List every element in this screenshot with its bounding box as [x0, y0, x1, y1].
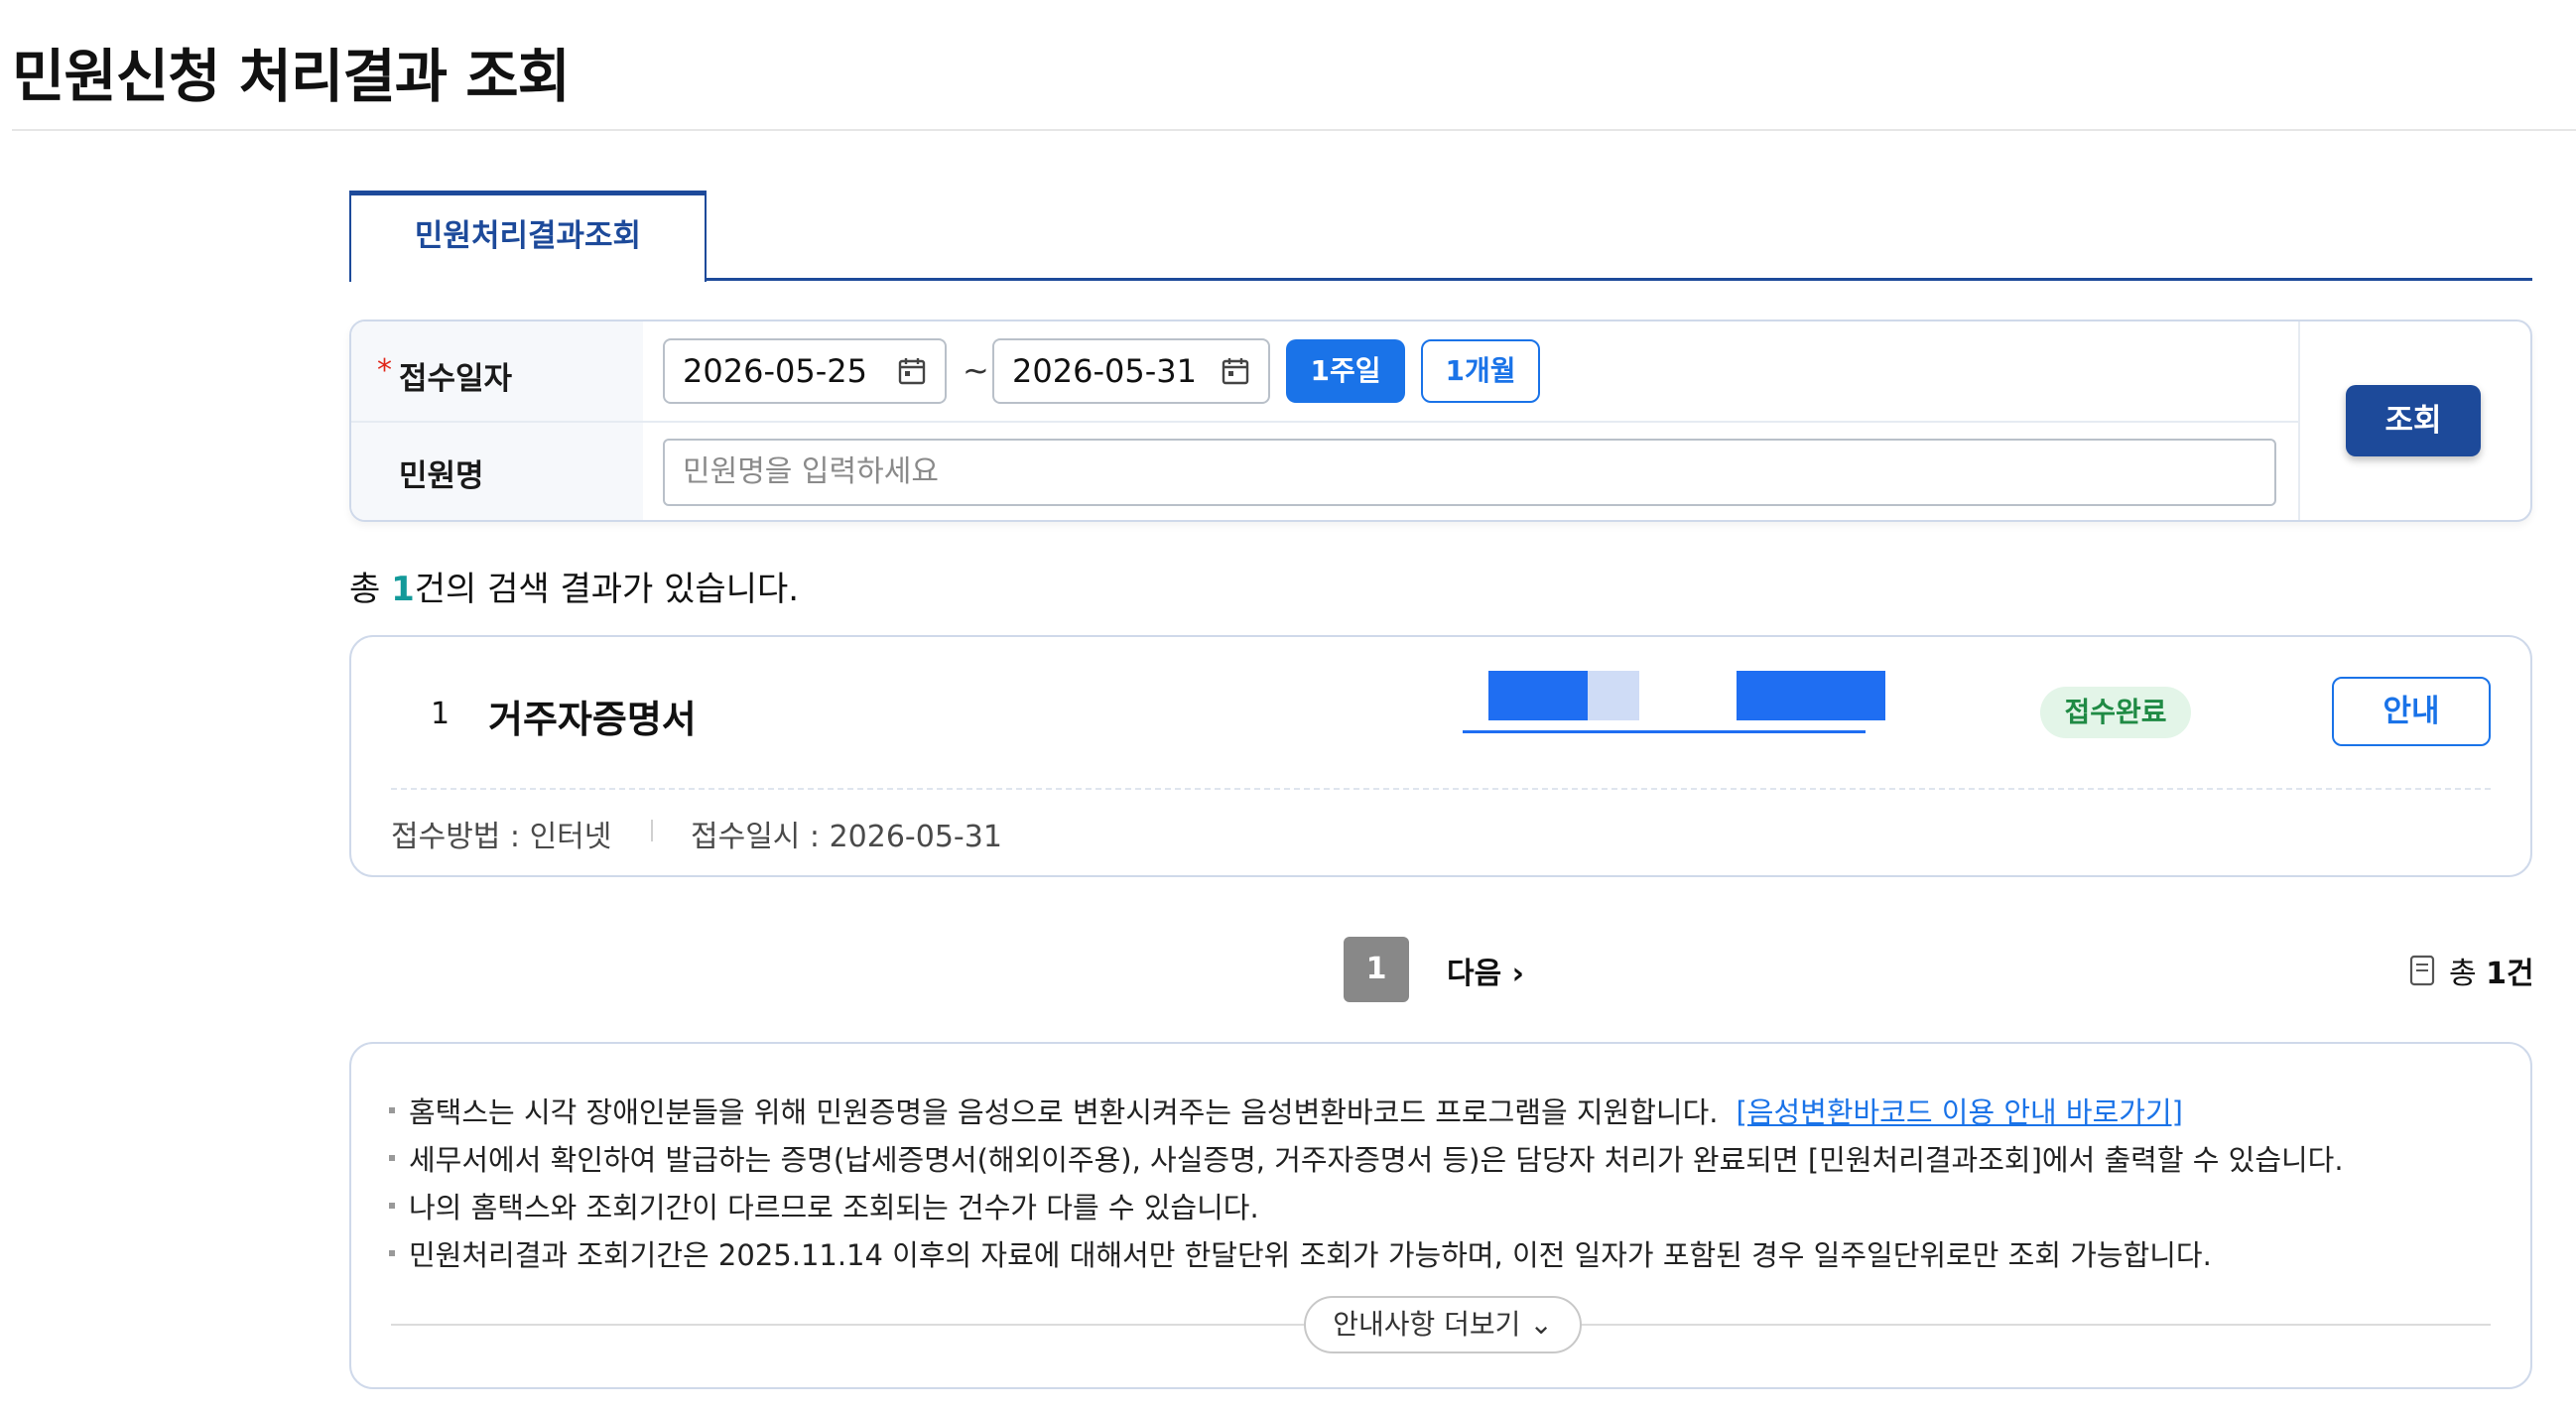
notice-item: 홈택스는 시각 장애인분들을 위해 민원증명을 음성으로 변환시켜주는 음성변환…: [389, 1090, 2183, 1131]
notice-text: 홈택스는 시각 장애인분들을 위해 민원증명을 음성으로 변환시켜주는 음성변환…: [409, 1095, 1719, 1129]
bullet: [389, 1250, 395, 1256]
result-title: 거주자증명서: [488, 698, 697, 741]
notice-text: 세무서에서 확인하여 발급하는 증명(납세증명서(해외이주용), 사실증명, 거…: [409, 1143, 2344, 1177]
notice-text: 민원처리결과 조회기간은 2025.11.14 이후의 자료에 대해서만 한달단…: [409, 1238, 2212, 1272]
result-summary: 총 1건의 검색 결과가 있습니다.: [349, 562, 799, 610]
result-card: 1 거주자증명서 접수완료 안내 접수방법 : 인터넷 접수일시 : 2026-…: [349, 635, 2532, 877]
document-icon: [2409, 955, 2435, 986]
bullet: [389, 1107, 395, 1113]
search-button[interactable]: 조회: [2346, 385, 2481, 456]
tab-underline: [707, 278, 2532, 281]
page-number-current[interactable]: 1: [1344, 937, 1409, 1002]
info-button[interactable]: 안내: [2332, 677, 2491, 746]
meta-separator: [651, 820, 653, 841]
calendar-icon[interactable]: [897, 356, 927, 386]
column-divider: [2298, 322, 2300, 520]
search-form: * 접수일자 2026-05-25 ~ 2026-05-31 1주일 1개월 민…: [349, 320, 2532, 522]
summary-suffix: 건의 검색 결과가 있습니다.: [414, 570, 800, 609]
date-from-value: 2026-05-25: [683, 352, 867, 390]
notice-item: 세무서에서 확인하여 발급하는 증명(납세증명서(해외이주용), 사실증명, 거…: [389, 1137, 2344, 1179]
total-value: 1건: [2486, 957, 2534, 991]
complaint-name-input[interactable]: 민원명을 입력하세요: [663, 439, 2276, 506]
calendar-icon[interactable]: [1221, 356, 1250, 386]
receipt-method: 접수방법 : 인터넷: [391, 820, 612, 854]
one-month-button[interactable]: 1개월: [1421, 339, 1540, 403]
notice-box: 홈택스는 시각 장애인분들을 위해 민원증명을 음성으로 변환시켜주는 음성변환…: [349, 1042, 2532, 1389]
notice-text: 나의 홈택스와 조회기간이 다르므로 조회되는 건수가 다를 수 있습니다.: [409, 1191, 1259, 1224]
notice-item: 민원처리결과 조회기간은 2025.11.14 이후의 자료에 대해서만 한달단…: [389, 1232, 2212, 1274]
result-number: 1: [431, 697, 451, 731]
bullet: [389, 1203, 395, 1209]
row-divider: [351, 421, 2298, 423]
total-count: 총 1건: [2449, 949, 2534, 992]
notice-item: 나의 홈택스와 조회기간이 다르므로 조회되는 건수가 다를 수 있습니다.: [389, 1185, 1259, 1226]
total-prefix: 총: [2449, 957, 2487, 991]
voice-barcode-link[interactable]: [음성변환바코드 이용 안내 바로가기]: [1736, 1095, 2182, 1129]
page-title: 민원신청 처리결과 조회: [12, 43, 571, 110]
required-mark: *: [377, 353, 392, 388]
summary-prefix: 총: [349, 570, 392, 609]
result-count: 1: [391, 570, 415, 609]
redacted-underline: [1463, 730, 1866, 733]
redacted-block: [1588, 671, 1639, 720]
bullet: [389, 1155, 395, 1161]
date-label: 접수일자: [399, 361, 513, 397]
card-divider: [391, 788, 2491, 790]
date-from-input[interactable]: 2026-05-25: [663, 338, 947, 404]
redacted-block: [1737, 671, 1885, 720]
status-badge: 접수완료: [2040, 687, 2191, 738]
date-to-input[interactable]: 2026-05-31: [992, 338, 1270, 404]
tab-result-inquiry[interactable]: 민원처리결과조회: [349, 191, 707, 282]
next-page-link[interactable]: 다음 ›: [1447, 949, 1524, 992]
one-week-button[interactable]: 1주일: [1286, 339, 1405, 403]
name-label: 민원명: [399, 458, 484, 494]
more-notice-button[interactable]: 안내사항 더보기 ⌄: [1304, 1296, 1582, 1353]
title-divider: [12, 129, 2576, 131]
receipt-date: 접수일시 : 2026-05-31: [691, 820, 1002, 854]
date-to-value: 2026-05-31: [1012, 352, 1197, 390]
redacted-block: [1488, 671, 1588, 720]
date-separator: ~: [963, 351, 989, 389]
